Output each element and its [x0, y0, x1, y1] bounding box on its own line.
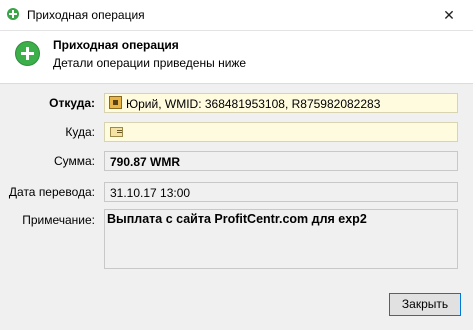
- date-field: 31.10.17 13:00: [104, 182, 458, 202]
- plus-circle-icon: [15, 41, 40, 66]
- note-value: Выплата с сайта ProfitCentr.com для exp2: [107, 212, 367, 226]
- note-label: Примечание:: [22, 213, 95, 227]
- window-title: Приходная операция: [27, 8, 145, 22]
- from-field[interactable]: Юрий, WMID: 368481953108, R875982082283: [104, 93, 458, 113]
- card-icon: [110, 127, 123, 137]
- dialog-header: Приходная операция Детали операции приве…: [0, 31, 473, 84]
- amount-field: 790.87 WMR: [104, 151, 458, 171]
- from-value: Юрий, WMID: 368481953108, R875982082283: [126, 97, 381, 111]
- amount-value: 790.87 WMR: [110, 155, 181, 169]
- date-value: 31.10.17 13:00: [110, 186, 191, 200]
- plus-circle-icon: [7, 8, 19, 20]
- to-label: Куда:: [65, 125, 95, 139]
- header-title: Приходная операция: [53, 38, 179, 52]
- wallet-icon: [109, 96, 122, 109]
- close-button[interactable]: Закрыть: [389, 293, 461, 316]
- to-field[interactable]: [104, 122, 458, 142]
- date-label: Дата перевода:: [8, 185, 95, 199]
- from-label: Откуда:: [49, 96, 95, 110]
- window-close-button[interactable]: ✕: [425, 0, 473, 30]
- header-subtitle: Детали операции приведены ниже: [53, 56, 247, 70]
- details-panel: Откуда: Юрий, WMID: 368481953108, R87598…: [0, 84, 473, 330]
- amount-label: Сумма:: [53, 154, 95, 168]
- title-bar: Приходная операция ✕: [0, 0, 473, 31]
- note-field[interactable]: Выплата с сайта ProfitCentr.com для exp2: [104, 209, 458, 269]
